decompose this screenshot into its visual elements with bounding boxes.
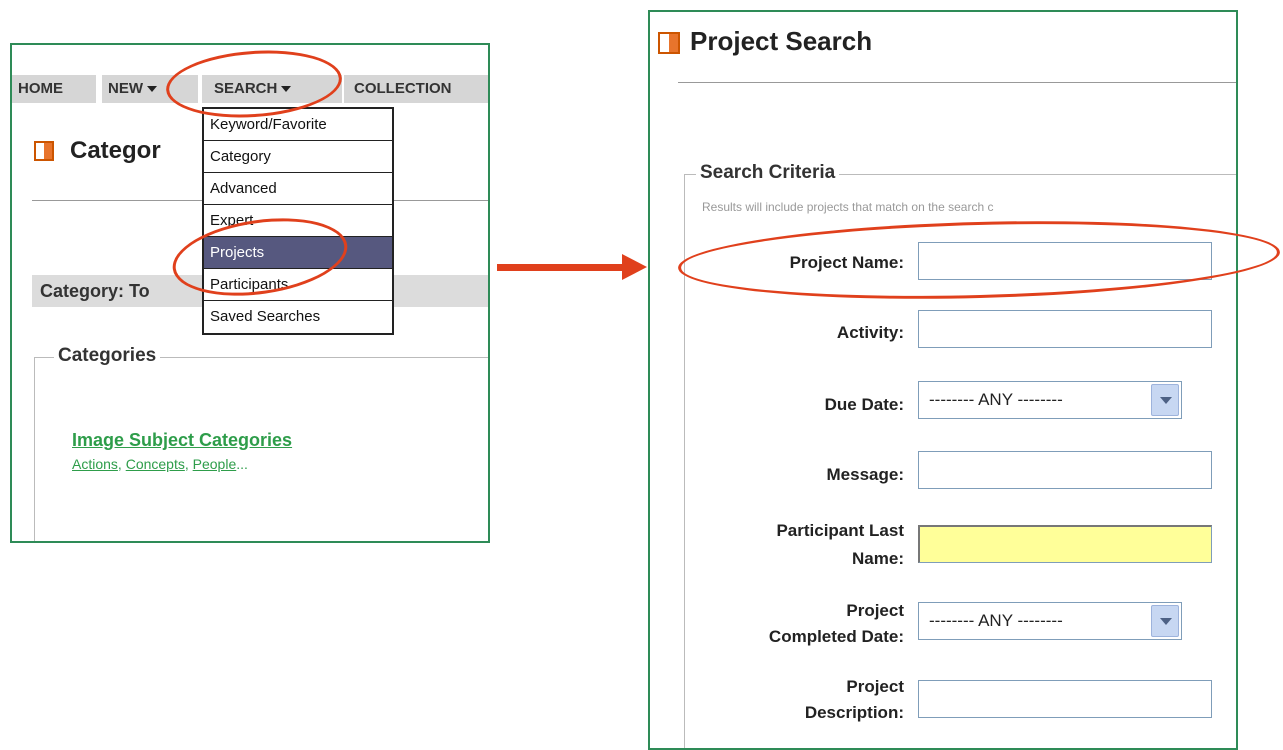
- project-completed-date-label-line1: Project: [846, 601, 904, 620]
- sublink-separator: ,: [117, 456, 126, 472]
- page-title: Project Search: [690, 26, 873, 56]
- due-date-select[interactable]: -------- ANY --------: [918, 381, 1182, 419]
- participant-last-name-label: Participant Last Name:: [684, 520, 904, 569]
- project-description-label-line2: Description:: [804, 703, 904, 722]
- project-description-label: Project Description:: [684, 676, 904, 723]
- activity-input[interactable]: [918, 310, 1212, 348]
- activity-label: Activity:: [836, 323, 904, 342]
- categories-legend: Categories: [54, 345, 161, 367]
- dropdown-arrow-icon[interactable]: [1151, 384, 1179, 416]
- nav-home[interactable]: HOME: [12, 75, 96, 103]
- category-sublinks: Actions, Concepts, People...: [72, 456, 248, 472]
- message-label: Message:: [826, 465, 904, 484]
- participant-last-name-input[interactable]: [918, 525, 1212, 563]
- menu-item-saved-searches[interactable]: Saved Searches: [204, 301, 392, 333]
- project-completed-date-select[interactable]: -------- ANY --------: [918, 602, 1182, 640]
- category-breadcrumb-label: Category: To: [40, 281, 150, 301]
- sublink-concepts[interactable]: Concepts: [126, 456, 185, 472]
- nav-new-label: NEW: [108, 80, 143, 97]
- project-completed-date-label: Project Completed Date:: [684, 600, 904, 647]
- chevron-down-icon: [147, 86, 157, 93]
- annotation-arrow-head: [622, 254, 647, 280]
- section-square-icon: [658, 32, 680, 54]
- project-completed-date-value: -------- ANY --------: [929, 611, 1063, 630]
- page-title: Categor: [70, 137, 161, 164]
- project-description-label-line1: Project: [846, 677, 904, 696]
- nav-home-label: HOME: [18, 80, 63, 97]
- project-description-input[interactable]: [918, 680, 1212, 718]
- project-search-panel: Project Search Search Criteria Results w…: [648, 10, 1238, 750]
- nav-collections[interactable]: COLLECTION: [344, 75, 488, 103]
- dropdown-arrow-icon[interactable]: [1151, 605, 1179, 637]
- search-criteria-note: Results will include projects that match…: [702, 200, 994, 214]
- sublink-separator: ,: [184, 456, 193, 472]
- menu-item-advanced[interactable]: Advanced: [204, 173, 392, 205]
- image-subject-categories-link[interactable]: Image Subject Categories: [72, 430, 292, 451]
- sublink-more: ...: [236, 456, 248, 472]
- nav-collections-label: COLLECTION: [354, 80, 452, 97]
- divider: [678, 82, 1236, 83]
- annotation-arrow-shaft: [497, 264, 625, 271]
- due-date-label: Due Date:: [824, 395, 904, 414]
- due-date-value: -------- ANY --------: [929, 390, 1063, 409]
- message-input[interactable]: [918, 451, 1212, 489]
- menu-item-category[interactable]: Category: [204, 141, 392, 173]
- sublink-people[interactable]: People: [193, 456, 237, 472]
- participant-last-name-label-line1: Participant Last: [776, 521, 904, 540]
- participant-last-name-label-line2: Name:: [852, 549, 904, 568]
- section-square-icon: [34, 141, 54, 161]
- search-criteria-legend: Search Criteria: [696, 162, 840, 184]
- sublink-actions[interactable]: Actions: [72, 456, 118, 472]
- project-completed-date-label-line2: Completed Date:: [768, 627, 904, 646]
